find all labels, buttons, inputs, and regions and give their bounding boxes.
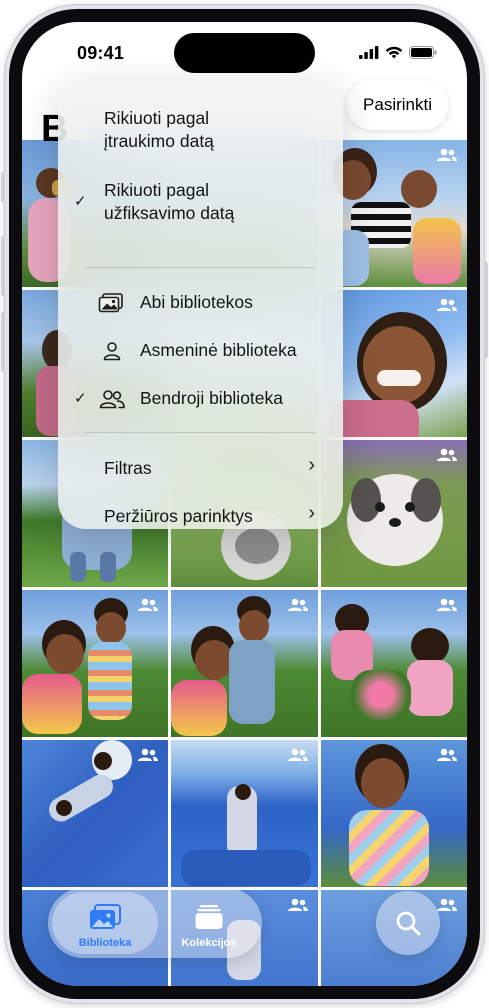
- menu-item-sort-date-added[interactable]: Rikiuoti pagal įtraukimo datą: [58, 104, 343, 156]
- tab-bar: Biblioteka Kolekcijos: [48, 888, 262, 958]
- menu-item-label: Filtras: [104, 458, 152, 478]
- shared-people-icon: [436, 298, 457, 311]
- menu-item-label: Asmeninė biblioteka: [140, 340, 297, 360]
- menu-divider: [84, 432, 316, 433]
- tab-library[interactable]: Biblioteka: [52, 892, 158, 954]
- shared-people-icon: [138, 598, 159, 611]
- photo-grid-row: [22, 740, 467, 887]
- select-button[interactable]: Pasirinkti: [347, 80, 448, 130]
- shared-people-icon: [138, 748, 159, 761]
- chevron-right-icon: ›: [308, 454, 315, 476]
- menu-item-label: Rikiuoti pagal: [104, 108, 210, 128]
- collections-icon: [195, 905, 223, 929]
- shared-people-icon: [436, 748, 457, 761]
- chevron-right-icon: ›: [308, 502, 315, 524]
- power-button: [484, 262, 488, 358]
- shared-people-icon: [436, 598, 457, 611]
- cellular-signal-icon: [359, 46, 379, 59]
- menu-item-label: Peržiūros parinktys: [104, 506, 253, 526]
- photo-library-icon: [90, 904, 121, 929]
- phone-screen: 09:41 B Pasirinkti Rikiuoti pagal įtrauk…: [22, 22, 467, 986]
- photo-stack-icon: [98, 293, 123, 313]
- photo-tile[interactable]: [171, 590, 318, 737]
- checkmark-icon: ✓: [74, 193, 87, 210]
- shared-people-icon: [436, 148, 457, 161]
- menu-item-label: Bendroji biblioteka: [140, 388, 284, 408]
- menu-divider: [84, 267, 316, 268]
- checkmark-icon: ✓: [74, 390, 87, 407]
- menu-item-personal-library[interactable]: Asmeninė biblioteka: [58, 334, 343, 368]
- menu-item-sort-date-captured[interactable]: ✓ Rikiuoti pagal užfiksavimo datą: [58, 176, 343, 228]
- photo-tile[interactable]: [171, 740, 318, 887]
- status-icons: [359, 46, 437, 59]
- photo-tile[interactable]: [320, 740, 467, 887]
- two-people-icon: [99, 390, 125, 409]
- magnifier-icon: [396, 911, 421, 936]
- shared-people-icon: [436, 448, 457, 461]
- photo-tile[interactable]: [22, 740, 169, 887]
- person-icon: [103, 342, 121, 361]
- photo-grid-row: [22, 590, 467, 737]
- photo-tile[interactable]: [22, 590, 169, 737]
- menu-item-shared-library[interactable]: ✓ Bendroji biblioteka: [58, 382, 343, 416]
- menu-item-label: užfiksavimo datą: [104, 203, 235, 223]
- menu-item-both-libraries[interactable]: Abi bibliotekos: [58, 286, 343, 320]
- status-time: 09:41: [77, 43, 125, 63]
- tab-library-label: Biblioteka: [78, 937, 132, 949]
- sort-filter-menu: Rikiuoti pagal įtraukimo datą ✓ Rikiuoti…: [58, 80, 343, 529]
- dynamic-island: [174, 33, 315, 73]
- volume-down-button: [1, 312, 5, 372]
- menu-item-label: Abi bibliotekos: [140, 292, 253, 312]
- tab-collections-label: Kolekcijos: [181, 937, 237, 949]
- search-button[interactable]: [376, 891, 440, 955]
- menu-item-label: įtraukimo datą: [104, 131, 214, 151]
- wifi-icon: [385, 46, 403, 59]
- battery-icon: [409, 46, 437, 59]
- menu-item-filter[interactable]: Filtras ›: [58, 452, 343, 486]
- menu-item-label: Rikiuoti pagal: [104, 180, 210, 200]
- volume-up-button: [1, 236, 5, 296]
- action-button: [1, 172, 5, 202]
- status-bar: 09:41: [22, 22, 467, 82]
- menu-item-view-options[interactable]: Peržiūros parinktys ›: [58, 500, 343, 534]
- photo-tile[interactable]: [320, 590, 467, 737]
- tab-collections[interactable]: Kolekcijos: [160, 892, 258, 954]
- shared-people-icon: [436, 898, 457, 911]
- shared-people-icon: [287, 748, 308, 761]
- shared-people-icon: [287, 598, 308, 611]
- shared-people-icon: [287, 898, 308, 911]
